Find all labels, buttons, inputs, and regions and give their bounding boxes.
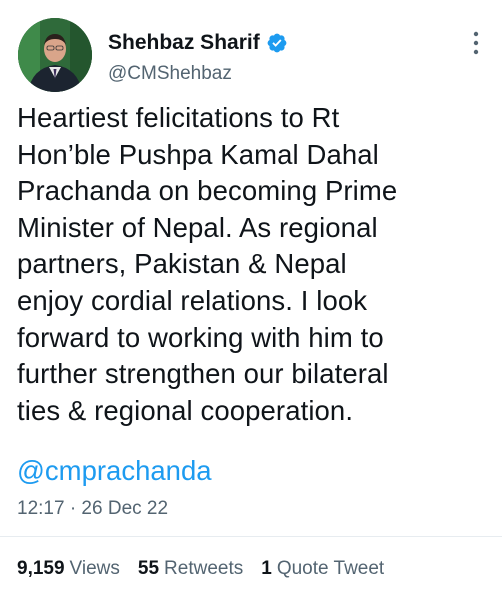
retweets-stat[interactable]: 55 Retweets xyxy=(138,557,243,581)
more-options-icon[interactable] xyxy=(472,30,480,56)
retweets-count: 55 xyxy=(137,558,160,579)
divider xyxy=(0,536,502,537)
views-stat[interactable]: 9,159 Views xyxy=(17,557,120,581)
quote-tweets-stat[interactable]: 1 Quote Tweet xyxy=(261,557,384,581)
verified-badge-icon xyxy=(266,32,288,54)
quote-tweets-count: 1 xyxy=(261,558,272,579)
tweet-body-text: Heartiest felicitations to Rt Hon’ble Pu… xyxy=(17,102,398,426)
quote-tweets-label: Quote Tweet xyxy=(276,558,385,579)
retweets-label: Retweets xyxy=(164,558,244,579)
tweet-card: Shehbaz Sharif @CMShehbaz Heartiest feli… xyxy=(0,0,502,600)
views-count: 9,159 xyxy=(17,558,65,579)
mention-link[interactable]: @cmprachanda xyxy=(17,453,212,490)
avatar-image xyxy=(18,18,92,92)
tweet-timestamp[interactable]: 12:17 · 26 Dec 22 xyxy=(17,497,168,521)
views-label: Views xyxy=(69,558,120,579)
engagement-stats: 9,159 Views 55 Retweets 1 Quote Tweet xyxy=(17,557,384,581)
avatar[interactable] xyxy=(18,18,92,92)
author-name-row[interactable]: Shehbaz Sharif xyxy=(108,30,288,56)
author-handle[interactable]: @CMShehbaz xyxy=(108,62,232,86)
author-display-name[interactable]: Shehbaz Sharif xyxy=(108,30,260,56)
